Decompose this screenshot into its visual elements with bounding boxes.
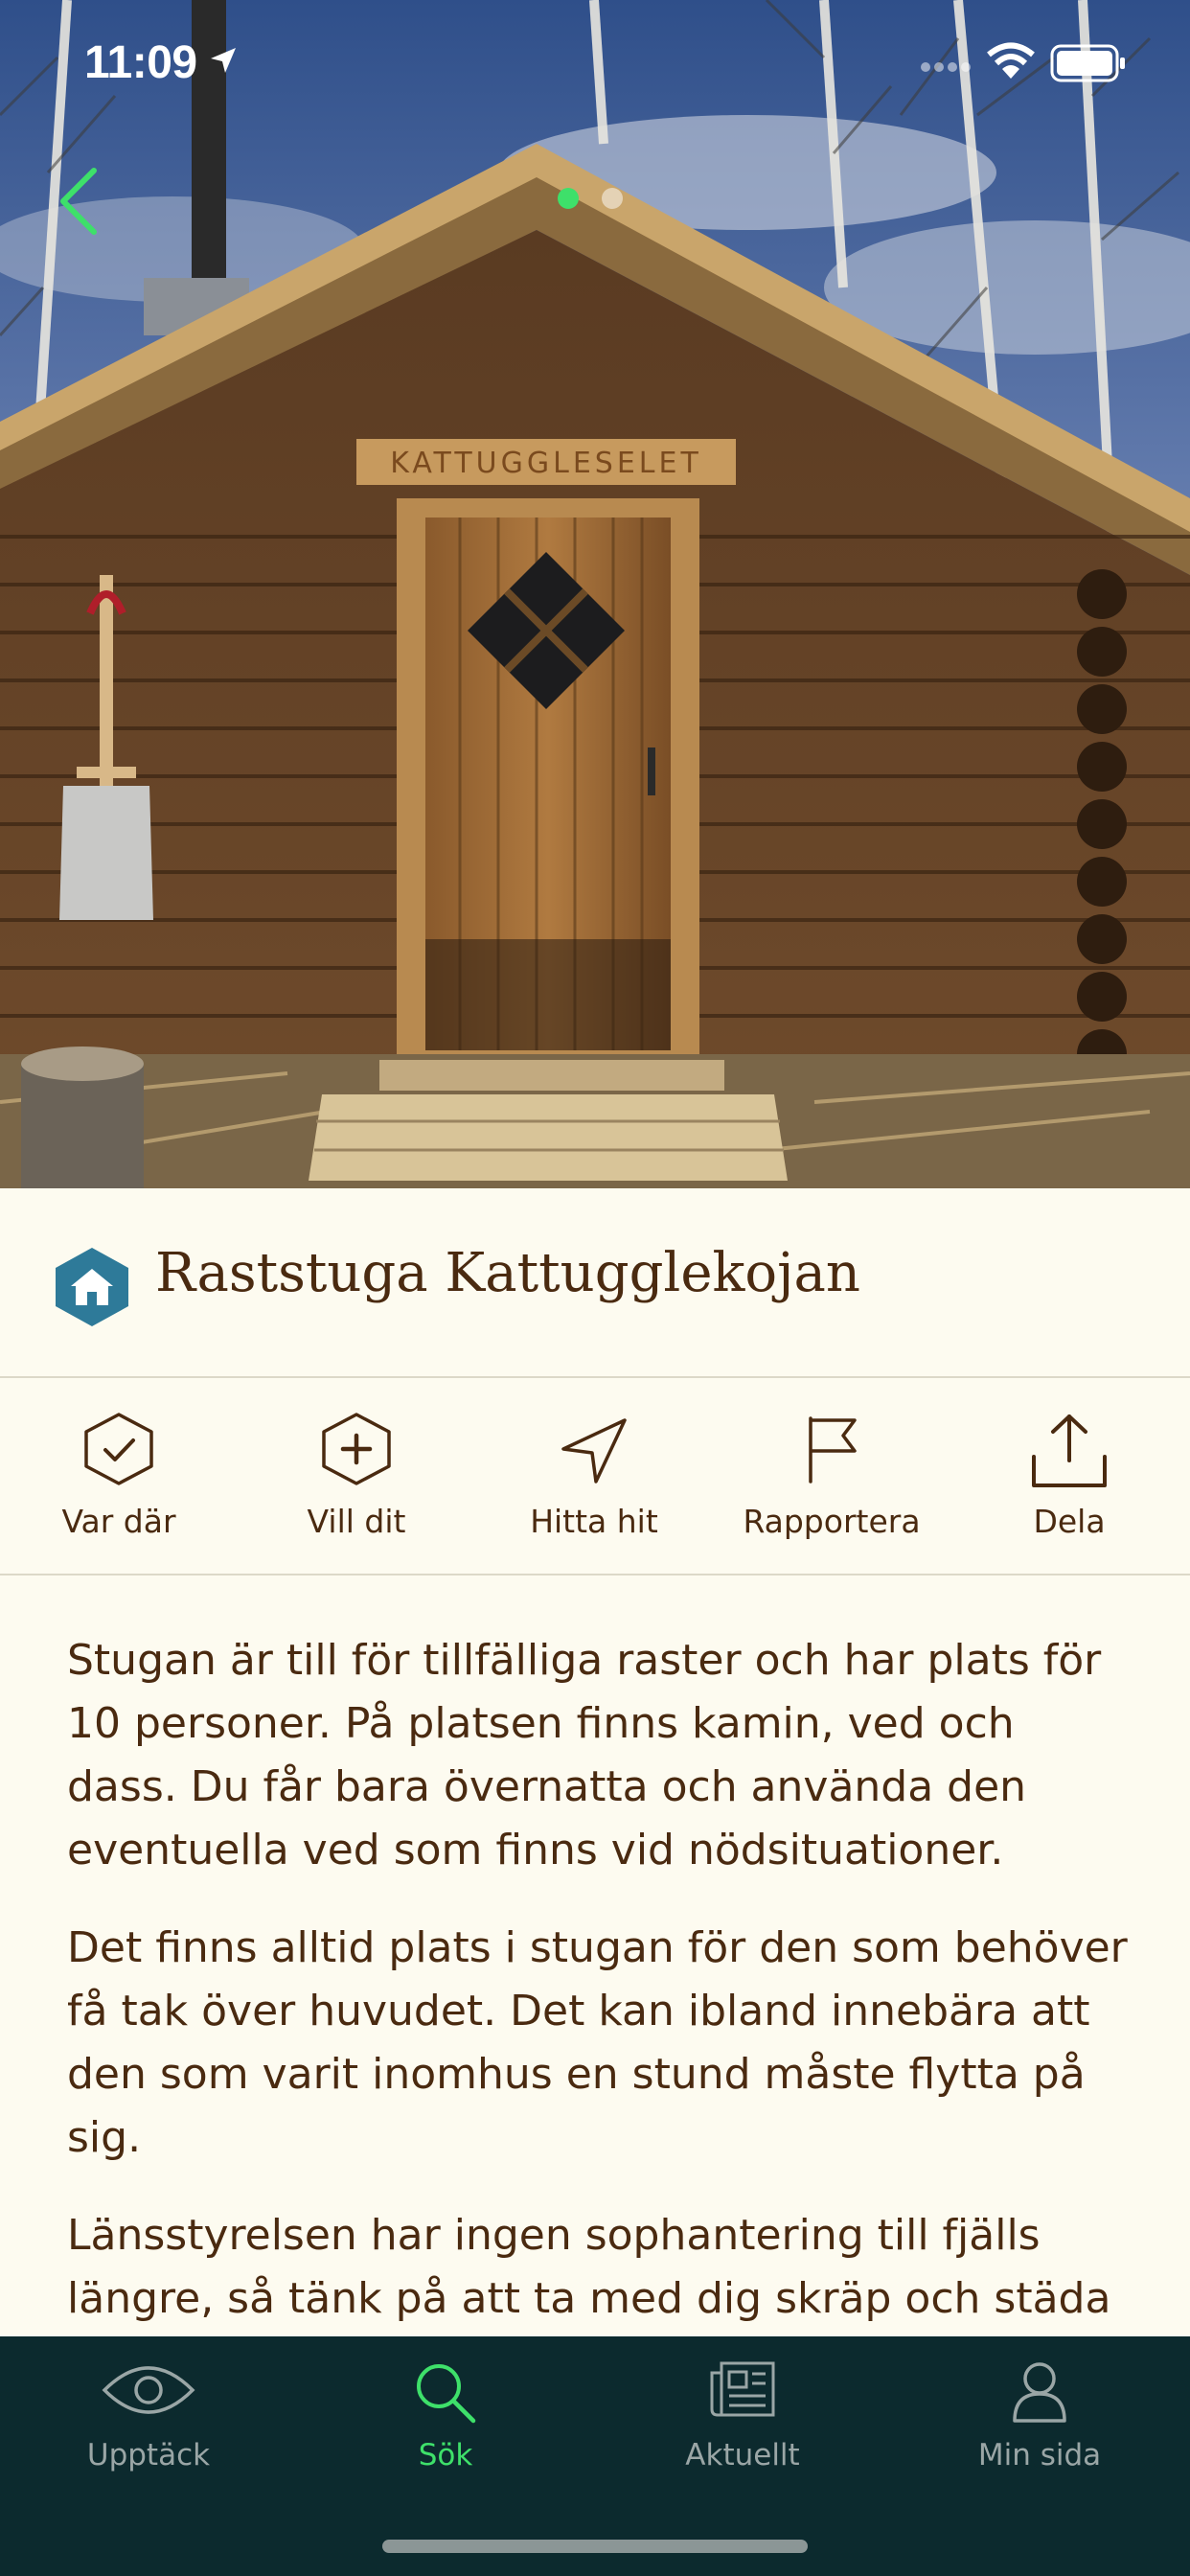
place-header: Raststuga Kattugglekojan: [0, 1188, 1190, 1378]
want-to-go-label: Vill dit: [307, 1503, 406, 1540]
eye-icon: [102, 2366, 195, 2414]
cabin-sign-text: KATTUGGLESELET: [390, 447, 702, 480]
house-icon: [56, 1248, 128, 1326]
find-here-button[interactable]: Hitta hit: [475, 1378, 713, 1574]
status-bar: 11:09: [0, 0, 1190, 125]
action-bar: Var där Vill dit Hitta hit Rapportera De…: [0, 1378, 1190, 1576]
find-here-label: Hitta hit: [530, 1503, 658, 1540]
carousel-page-indicator[interactable]: [558, 188, 623, 209]
tab-discover[interactable]: Upptäck: [0, 2336, 297, 2509]
navigation-arrow-icon: [561, 1418, 627, 1484]
report-button[interactable]: Rapportera: [713, 1378, 950, 1574]
location-arrow-icon: [211, 48, 236, 73]
tab-search-label: Sök: [418, 2438, 473, 2472]
place-title: Raststuga Kattugglekojan: [155, 1242, 860, 1304]
share-button[interactable]: Dela: [950, 1378, 1188, 1574]
description-paragraph: Stugan är till för tillfälliga raster oc…: [67, 1636, 1102, 1874]
cabin-photo: KATTUGGLESELET: [0, 0, 1190, 1188]
newspaper-icon: [710, 2361, 775, 2417]
person-icon: [1013, 2362, 1066, 2423]
plus-hexagon-icon: [322, 1413, 391, 1485]
hero-image-carousel[interactable]: KATTUGGLESELET 11:09: [0, 0, 1190, 1188]
battery-icon: [1050, 44, 1125, 82]
cellular-signal-icon: [921, 62, 971, 72]
tab-my-page-label: Min sida: [977, 2438, 1102, 2472]
search-icon: [417, 2364, 476, 2424]
tab-search[interactable]: Sök: [297, 2336, 594, 2509]
flag-icon: [809, 1416, 857, 1484]
description: Stugan är till för tillfälliga raster oc…: [67, 1629, 1131, 2365]
chevron-left-icon: [60, 168, 97, 235]
tab-discover-label: Upptäck: [86, 2438, 211, 2472]
carousel-dot-active[interactable]: [558, 188, 579, 209]
wifi-icon: [987, 42, 1035, 79]
been-there-label: Var där: [61, 1503, 176, 1540]
been-there-button[interactable]: Var där: [0, 1378, 238, 1574]
want-to-go-button[interactable]: Vill dit: [238, 1378, 475, 1574]
description-paragraph: Länsstyrelsen har ingen sophantering til…: [67, 2211, 1111, 2323]
home-indicator[interactable]: [382, 2540, 808, 2553]
share-label: Dela: [1033, 1503, 1106, 1540]
carousel-dot[interactable]: [602, 188, 623, 209]
description-paragraph: Det finns alltid plats i stugan för den …: [67, 1923, 1128, 2162]
tab-news[interactable]: Aktuellt: [594, 2336, 891, 2509]
report-label: Rapportera: [743, 1503, 921, 1540]
status-time: 11:09: [84, 37, 197, 88]
share-icon: [1032, 1414, 1107, 1487]
check-hexagon-icon: [84, 1413, 153, 1485]
back-button[interactable]: [50, 163, 117, 240]
tab-my-page[interactable]: Min sida: [891, 2336, 1188, 2509]
tab-news-label: Aktuellt: [685, 2438, 800, 2472]
